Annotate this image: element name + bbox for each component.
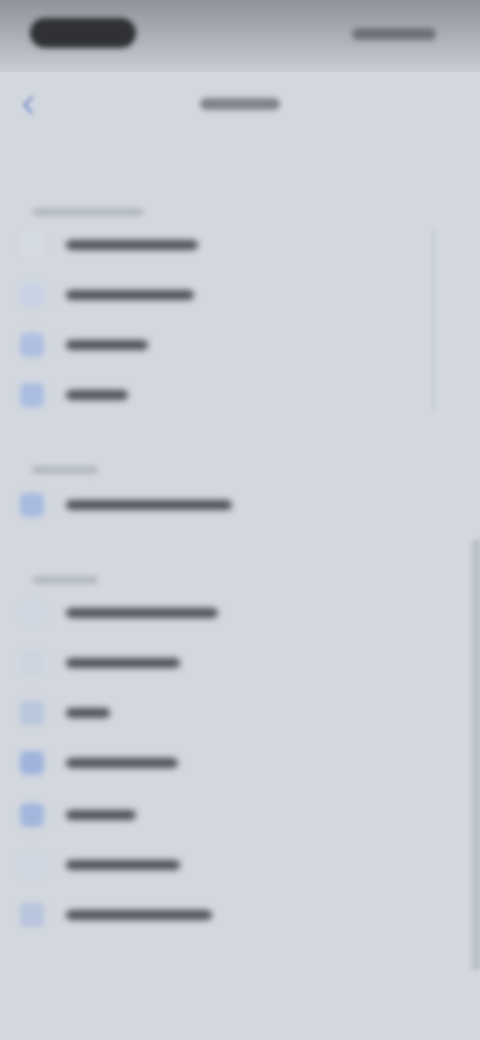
list-item[interactable] [20, 230, 198, 260]
status-indicators [352, 28, 436, 40]
list-item-label [66, 390, 128, 400]
list-item[interactable] [20, 648, 180, 678]
navigation-bar [0, 72, 480, 142]
list-item[interactable] [20, 850, 180, 880]
section-header [32, 466, 98, 474]
list-item[interactable] [20, 800, 136, 830]
settings-icon [20, 853, 44, 877]
list-item[interactable] [20, 280, 194, 310]
list-item[interactable] [20, 698, 110, 728]
settings-icon [20, 803, 44, 827]
list-item[interactable] [20, 330, 148, 360]
settings-icon [20, 233, 44, 257]
settings-icon [20, 283, 44, 307]
panel-edge [432, 230, 434, 410]
list-item-label [66, 658, 180, 668]
settings-icon [20, 751, 44, 775]
list-item[interactable] [20, 380, 128, 410]
list-item-label [66, 608, 218, 618]
settings-icon [20, 493, 44, 517]
list-item[interactable] [20, 900, 212, 930]
list-item-label [66, 910, 212, 920]
settings-icon [20, 383, 44, 407]
page-title [200, 98, 280, 110]
settings-icon [20, 651, 44, 675]
settings-icon [20, 903, 44, 927]
section-header [32, 208, 144, 216]
settings-icon [20, 333, 44, 357]
panel-shadow [468, 540, 480, 970]
list-item-label [66, 860, 180, 870]
list-item-label [66, 708, 110, 718]
settings-icon [20, 601, 44, 625]
status-bar [0, 0, 480, 72]
list-item[interactable] [20, 598, 218, 628]
list-item-label [66, 810, 136, 820]
list-item[interactable] [20, 748, 178, 778]
settings-icon [20, 701, 44, 725]
status-time [30, 18, 136, 48]
list-item-label [66, 758, 178, 768]
list-item-label [66, 340, 148, 350]
list-item-label [66, 240, 198, 250]
section-header [32, 576, 98, 584]
chevron-left-icon[interactable] [18, 94, 40, 116]
list-item[interactable] [20, 490, 232, 520]
list-item-label [66, 290, 194, 300]
list-item-label [66, 500, 232, 510]
